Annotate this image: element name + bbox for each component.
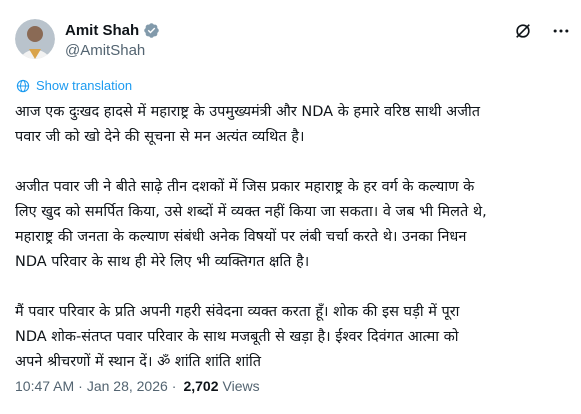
avatar[interactable] (15, 19, 55, 59)
views-count: 2,702 (183, 378, 219, 394)
tweet-line: अजीत पवार जी ने बीते साढ़े तीन दशकों में… (15, 179, 475, 195)
tweet-line: महाराष्ट्र की जनता के कल्याण संबंधी अनेक… (15, 229, 467, 245)
tweet-line: NDA शोक-संतप्त पवार परिवार के साथ मजबूती… (15, 329, 459, 345)
header-actions (513, 21, 571, 41)
globe-icon (16, 79, 30, 92)
tweet-date[interactable]: Jan 28, 2026 (87, 378, 168, 394)
more-icon[interactable] (551, 21, 571, 41)
tweet-line: पवार जी को खो देने की सूचना से मन अत्यंत… (15, 129, 305, 145)
tweet-header: Amit Shah @AmitShah (15, 17, 571, 61)
meta-separator: · (171, 378, 177, 394)
tweet-line: NDA परिवार के साथ ही मेरे लिए भी व्यक्ति… (15, 254, 310, 270)
author-handle[interactable]: @AmitShah (65, 42, 160, 59)
views-label: Views (222, 378, 260, 394)
tweet-time[interactable]: 10:47 AM (15, 378, 74, 394)
show-translation-link[interactable]: Show translation (16, 78, 132, 93)
tweet-text: आज एक दुःखद हादसे में महाराष्ट्र के उपमु… (15, 100, 575, 375)
author-block: Amit Shah @AmitShah (65, 20, 160, 59)
verified-badge-icon (143, 22, 160, 39)
tweet-paragraph-2: अजीत पवार जी ने बीते साढ़े तीन दशकों में… (15, 175, 575, 275)
tweet-paragraph-3: मैं पवार परिवार के प्रति अपनी गहरी संवेद… (15, 300, 575, 375)
tweet-paragraph-1: आज एक दुःखद हादसे में महाराष्ट्र के उपमु… (15, 100, 575, 150)
tweet-line: आज एक दुःखद हादसे में महाराष्ट्र के उपमु… (15, 104, 481, 120)
tweet-line: लिए खुद को समर्पित किया, उसे शब्दों में … (15, 204, 487, 220)
show-translation-label: Show translation (36, 78, 133, 93)
author-display-name[interactable]: Amit Shah (65, 22, 139, 39)
meta-separator: · (78, 378, 83, 394)
grok-icon[interactable] (513, 21, 533, 41)
tweet-line: मैं पवार परिवार के प्रति अपनी गहरी संवेद… (15, 304, 460, 320)
tweet-line: अपने श्रीचरणों में स्थान दें। ॐ शांति शा… (15, 354, 262, 370)
tweet-meta: 10:47 AM · Jan 28, 2026 · 2,702 Views (15, 378, 260, 394)
